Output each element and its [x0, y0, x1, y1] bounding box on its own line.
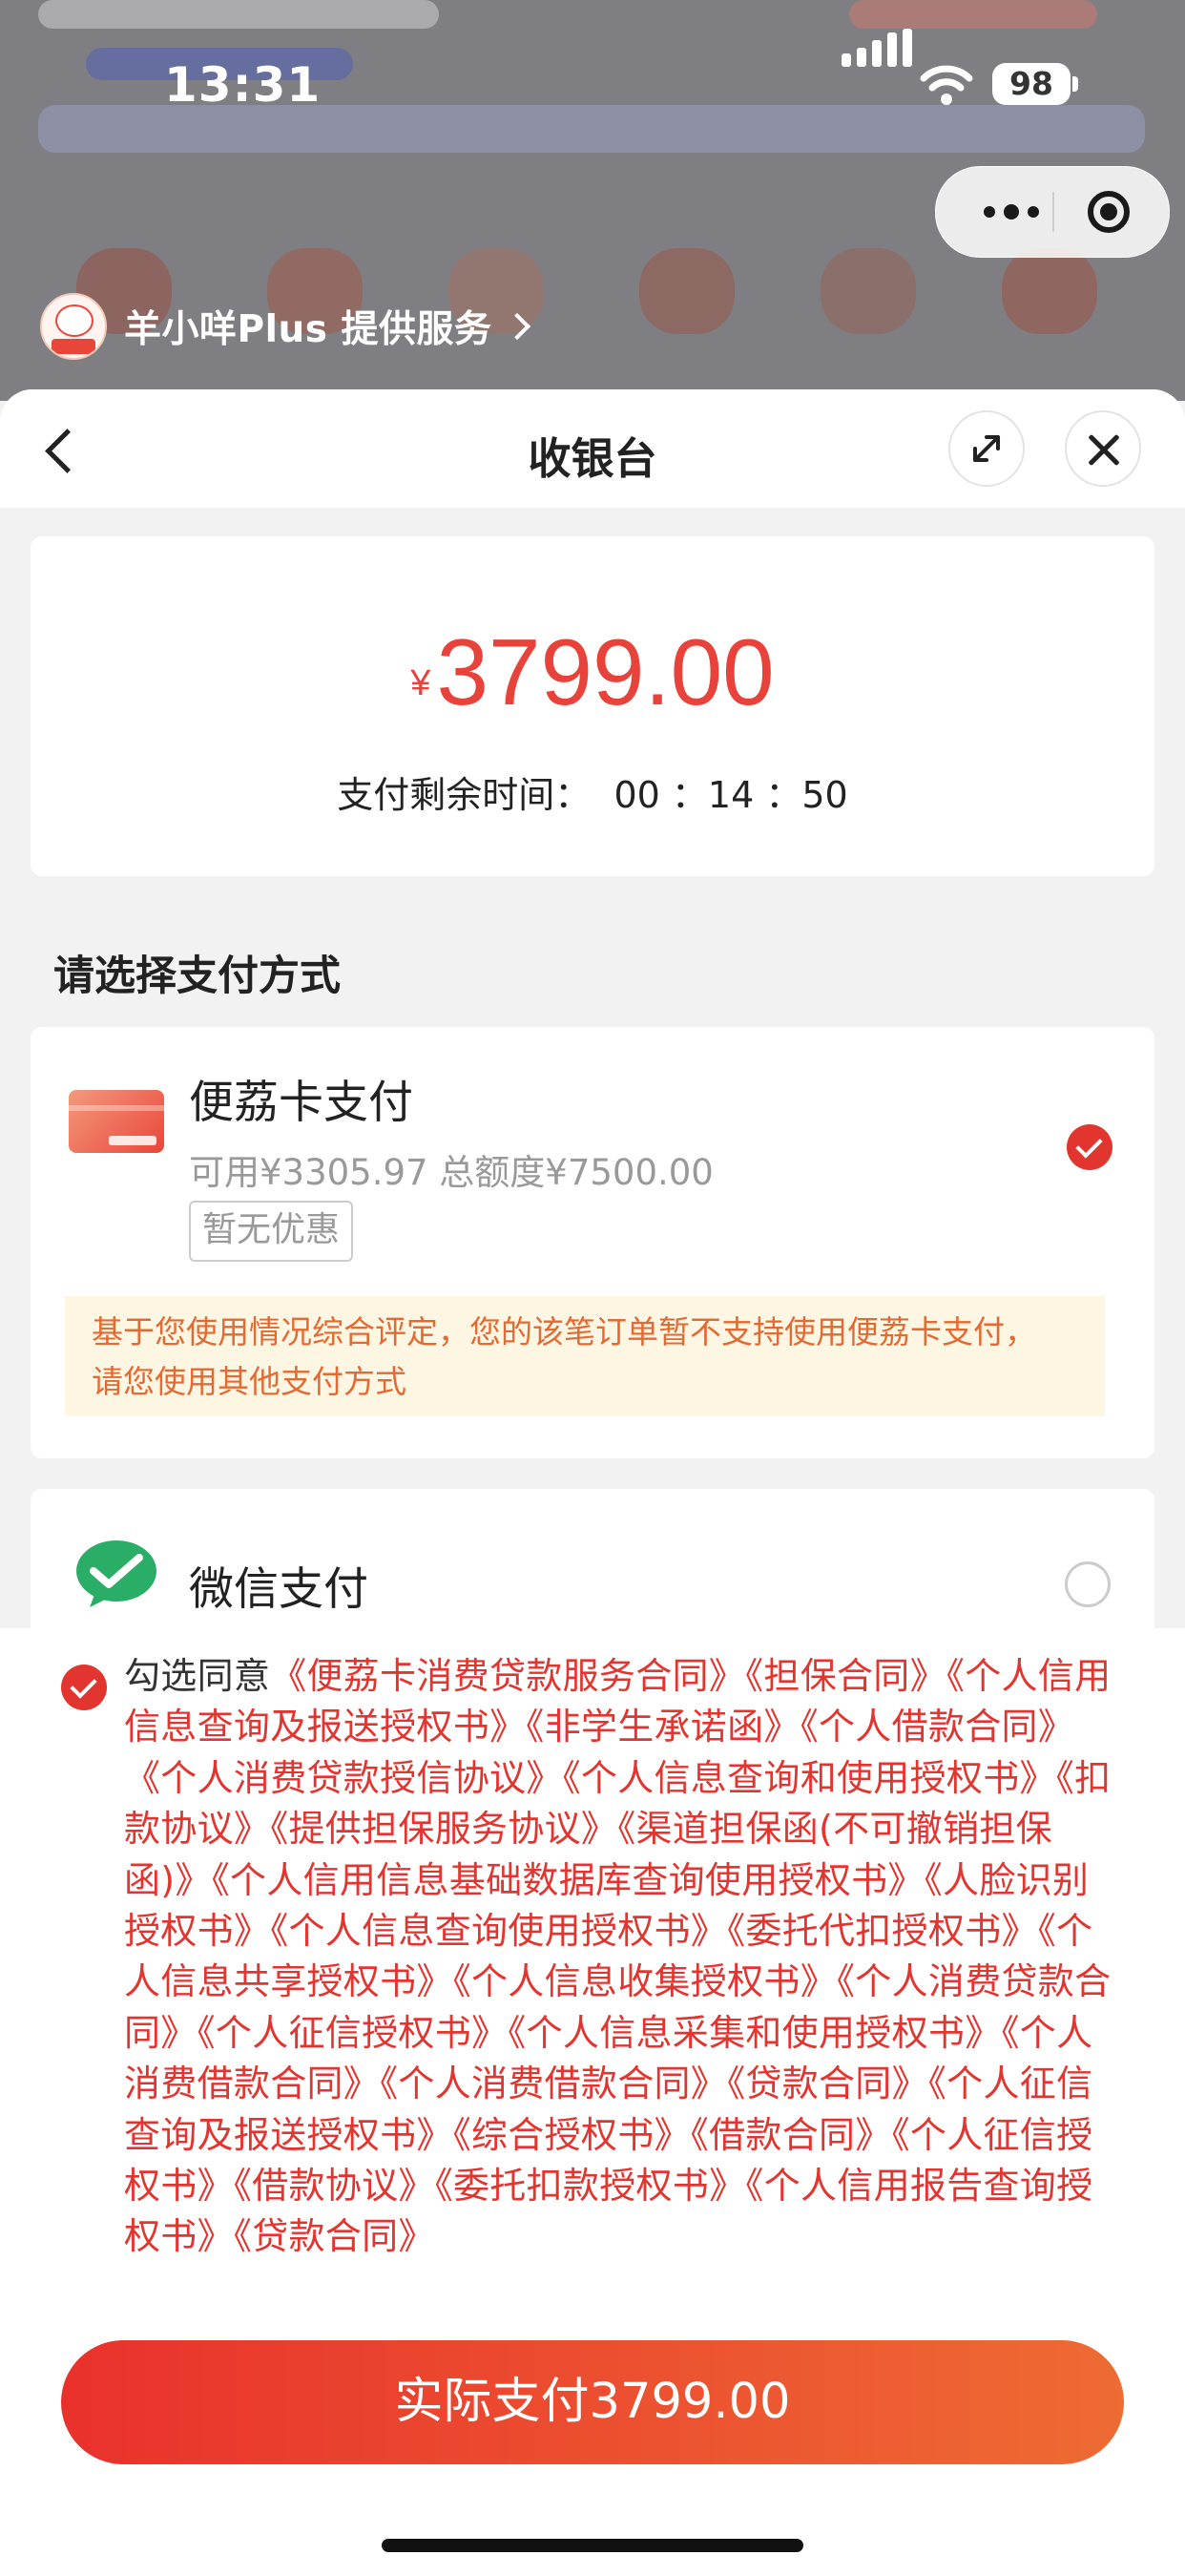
- agreement-text: 勾选同意《便荔卡消费贷款服务合同》《担保合同》《个人信用信息查询及报送授权书》《…: [124, 1651, 1116, 2263]
- unavailable-notice: 基于您使用情况综合评定，您的该笔订单暂不支持使用便荔卡支付， 请您使用其他支付方…: [65, 1296, 1105, 1416]
- countdown-timer: 支付剩余时间： 00 ：14 ：50: [337, 774, 848, 816]
- checkout-sheet: 收银台 ¥3799.00 支付剩余时间： 00 ：14 ：50 请选择支付方式 …: [0, 389, 1185, 2576]
- capsule-divider: [1052, 192, 1054, 232]
- amount-value: 3799.00: [436, 619, 775, 724]
- amount-card: ¥3799.00 支付剩余时间： 00 ：14 ：50: [31, 536, 1154, 876]
- method-credit-info: 可用¥3305.97 总额度¥7500.00: [189, 1152, 714, 1193]
- status-bar: 13:31 98: [0, 0, 1185, 172]
- expand-icon: [973, 435, 1000, 462]
- battery-tip: [1072, 76, 1078, 92]
- status-time: 13:31: [164, 57, 322, 113]
- payment-amount: ¥3799.00: [31, 618, 1154, 726]
- battery-icon: 98: [992, 63, 1071, 105]
- mini-program-capsule: [935, 166, 1170, 258]
- unselected-radio-icon[interactable]: [1065, 1561, 1111, 1607]
- currency-symbol: ¥: [410, 663, 431, 703]
- provider-logo: [40, 293, 107, 360]
- agreement-lead: 勾选同意: [124, 1655, 271, 1697]
- provider-text: 羊小咩Plus 提供服务: [124, 308, 492, 351]
- method-name: 微信支付: [189, 1563, 368, 1616]
- more-icon[interactable]: [968, 167, 1054, 257]
- sheet-header: 收银台: [0, 389, 1185, 508]
- close-button[interactable]: [1065, 410, 1141, 487]
- wifi-icon: [920, 65, 973, 105]
- pay-button[interactable]: 实际支付3799.00: [61, 2340, 1124, 2464]
- provider-link[interactable]: 羊小咩Plus 提供服务: [40, 292, 530, 361]
- agreement-checkbox[interactable]: [61, 1665, 107, 1710]
- notice-line: 基于您使用情况综合评定，您的该笔订单暂不支持使用便荔卡支付，: [92, 1313, 1036, 1351]
- selected-check-icon[interactable]: [1067, 1124, 1112, 1170]
- chevron-right-icon: [503, 312, 530, 341]
- payment-method-card[interactable]: 便荔卡支付 可用¥3305.97 总额度¥7500.00 暂无优惠 基于您使用情…: [31, 1027, 1154, 1458]
- home-indicator: [382, 2539, 803, 2552]
- section-title: 请选择支付方式: [53, 953, 341, 1000]
- wechat-pay-icon: [76, 1540, 156, 1607]
- method-name: 便荔卡支付: [189, 1077, 413, 1129]
- agreement-documents-link[interactable]: 《便荔卡消费贷款服务合同》《担保合同》《个人信用信息查询及报送授权书》《非学生承…: [124, 1655, 1111, 2257]
- expand-button[interactable]: [948, 410, 1025, 487]
- credit-card-icon: [69, 1090, 164, 1153]
- discount-tag: 暂无优惠: [189, 1201, 354, 1262]
- close-mini-program-icon[interactable]: [1066, 167, 1152, 257]
- agreement-panel: 勾选同意《便荔卡消费贷款服务合同》《担保合同》《个人信用信息查询及报送授权书》《…: [0, 1628, 1185, 2576]
- notice-line: 请您使用其他支付方式: [92, 1363, 406, 1400]
